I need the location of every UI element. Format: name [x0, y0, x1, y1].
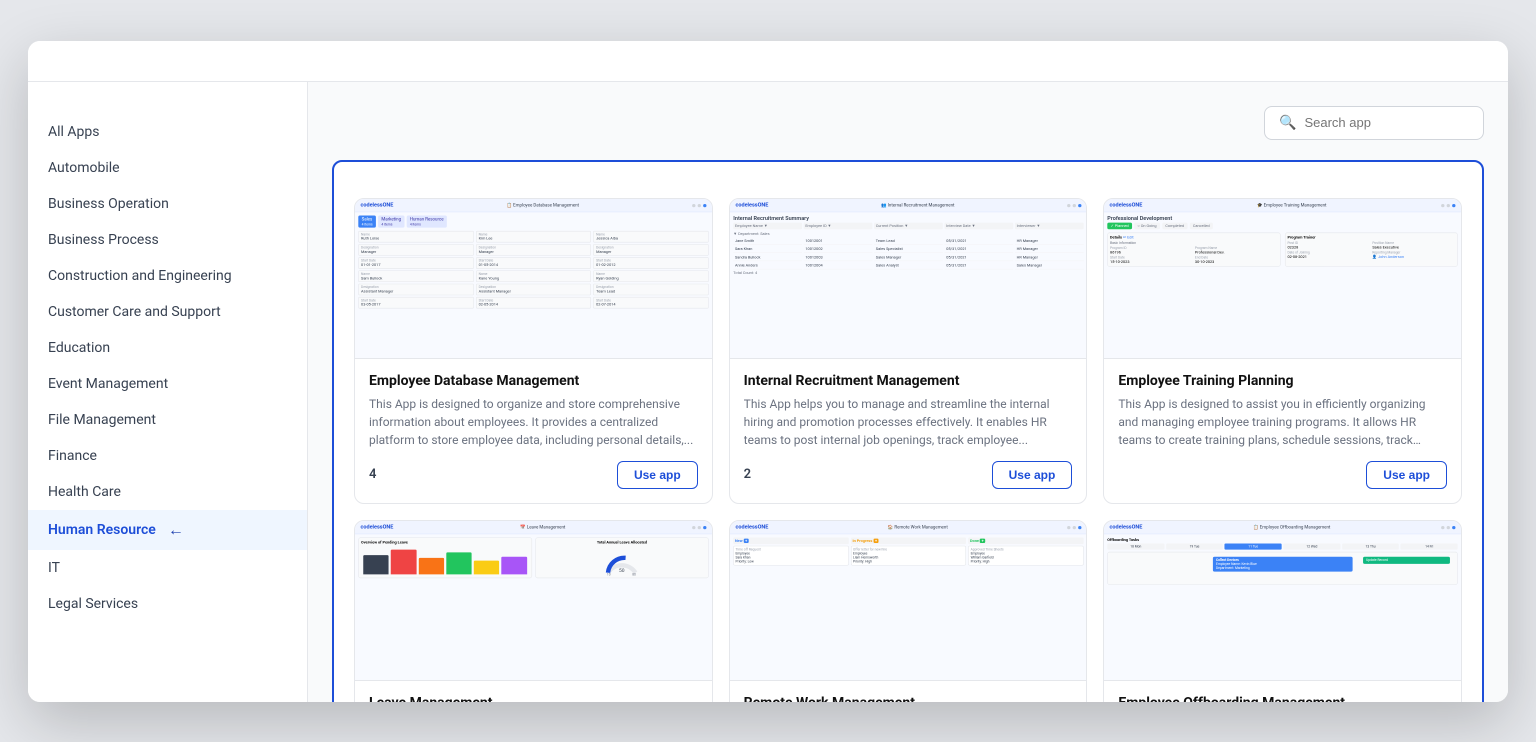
app-preview-recruitment: codelessONE 👥 Internal Recruitment Manag…: [730, 199, 1087, 359]
svg-text:80: 80: [632, 572, 636, 575]
search-box: 🔍: [1264, 106, 1484, 140]
modal-body: All AppsAutomobileBusiness OperationBusi…: [28, 82, 1508, 702]
app-footer: Use app: [1118, 461, 1447, 489]
sidebar-item-event-management[interactable]: Event Management: [28, 366, 307, 402]
sidebar-title: [28, 102, 307, 114]
sidebar-item-human-resource[interactable]: Human Resource←: [28, 510, 307, 550]
modal: All AppsAutomobileBusiness OperationBusi…: [28, 41, 1508, 702]
sidebar-item-business-process[interactable]: Business Process: [28, 222, 307, 258]
apps-grid: codelessONE 📋 Employee Database Manageme…: [354, 198, 1462, 702]
use-app-button[interactable]: Use app: [617, 461, 698, 489]
use-app-button[interactable]: Use app: [992, 461, 1073, 489]
app-preview-training: codelessONE 🎓 Employee Training Manageme…: [1104, 199, 1461, 359]
app-preview-employee_db: codelessONE 📋 Employee Database Manageme…: [355, 199, 712, 359]
app-name: Internal Recruitment Management: [744, 373, 1073, 389]
modal-close-button[interactable]: [1476, 57, 1484, 65]
sidebar-item-file-management[interactable]: File Management: [28, 402, 307, 438]
app-card-employee-offboarding-management[interactable]: codelessONE 📋 Employee Offboarding Manag…: [1103, 520, 1462, 702]
app-info: Employee Database Management This App is …: [355, 359, 712, 503]
modal-header: [28, 41, 1508, 82]
sidebar-item-legal-services[interactable]: Legal Services: [28, 586, 307, 622]
main-header: 🔍: [332, 106, 1484, 140]
app-info: Employee Training Planning This App is de…: [1104, 359, 1461, 503]
app-name: Remote Work Management: [744, 695, 1073, 702]
sidebar-item-construction-and-engineering[interactable]: Construction and Engineering: [28, 258, 307, 294]
sidebar-item-all-apps[interactable]: All Apps: [28, 114, 307, 150]
search-icon: 🔍: [1279, 115, 1296, 131]
sidebar-item-education[interactable]: Education: [28, 330, 307, 366]
app-count: 2: [744, 467, 751, 482]
app-preview-leave: codelessONE 📅 Leave Management Overview …: [355, 521, 712, 681]
app-name: Leave Management: [369, 695, 698, 702]
app-card-remote-work-management[interactable]: codelessONE 🏠 Remote Work Management New…: [729, 520, 1088, 702]
app-info: Remote Work ManagementTrack and manage r…: [730, 681, 1087, 702]
app-count: 4: [369, 467, 376, 482]
active-arrow-icon: ←: [168, 520, 184, 540]
app-name: Employee Database Management: [369, 373, 698, 389]
app-description: This App is designed to assist you in ef…: [1118, 395, 1447, 449]
svg-text:50: 50: [619, 568, 625, 574]
sidebar-item-finance[interactable]: Finance: [28, 438, 307, 474]
sidebar-item-health-care[interactable]: Health Care: [28, 474, 307, 510]
app-card-leave-management[interactable]: codelessONE 📅 Leave Management Overview …: [354, 520, 713, 702]
sidebar-item-business-operation[interactable]: Business Operation: [28, 186, 307, 222]
svg-text:10: 10: [607, 572, 611, 575]
app-card-employee-training-planning[interactable]: codelessONE 🎓 Employee Training Manageme…: [1103, 198, 1462, 504]
app-name: Employee Training Planning: [1118, 373, 1447, 389]
app-preview-offboarding: codelessONE 📋 Employee Offboarding Manag…: [1104, 521, 1461, 681]
sidebar-item-automobile[interactable]: Automobile: [28, 150, 307, 186]
app-footer: 2 Use app: [744, 461, 1073, 489]
app-info: Leave ManagementManage employee leave re…: [355, 681, 712, 702]
app-name: Employee Offboarding Management: [1118, 695, 1447, 702]
app-description: This App helps you to manage and streaml…: [744, 395, 1073, 449]
sidebar: All AppsAutomobileBusiness OperationBusi…: [28, 82, 308, 702]
app-card-employee-database-management[interactable]: codelessONE 📋 Employee Database Manageme…: [354, 198, 713, 504]
human-resource-section: codelessONE 📋 Employee Database Manageme…: [332, 160, 1484, 702]
app-preview-remote: codelessONE 🏠 Remote Work Management New…: [730, 521, 1087, 681]
sidebar-item-it[interactable]: IT: [28, 550, 307, 586]
search-input[interactable]: [1304, 115, 1469, 130]
app-description: This App is designed to organize and sto…: [369, 395, 698, 449]
main-content: 🔍 codelessONE 📋 Employee Database Manage…: [308, 82, 1508, 702]
app-info: Internal Recruitment Management This App …: [730, 359, 1087, 503]
use-app-button[interactable]: Use app: [1366, 461, 1447, 489]
app-info: Employee Offboarding ManagementStreamlin…: [1104, 681, 1461, 702]
sidebar-item-customer-care-and-support[interactable]: Customer Care and Support: [28, 294, 307, 330]
app-footer: 4 Use app: [369, 461, 698, 489]
app-card-internal-recruitment-management[interactable]: codelessONE 👥 Internal Recruitment Manag…: [729, 198, 1088, 504]
